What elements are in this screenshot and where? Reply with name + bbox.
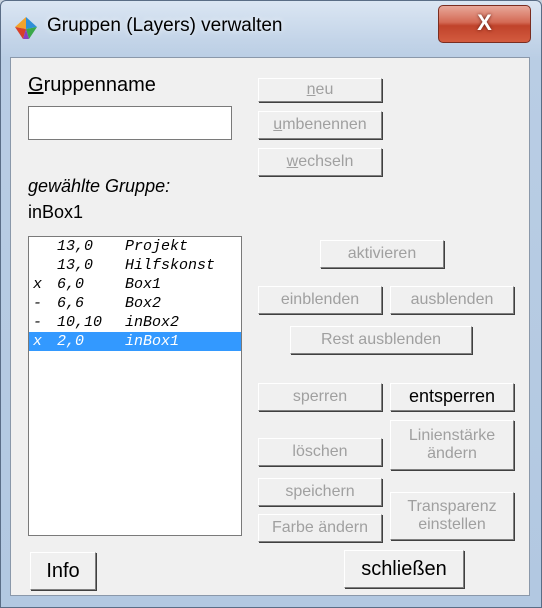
group-name: Box2 (125, 295, 162, 312)
speichern-button-label: speichern (285, 483, 355, 501)
close-icon: X (477, 10, 492, 35)
group-list-item[interactable]: -10,10 inBox2 (29, 313, 241, 332)
transparenz-button-label-2: einstellen (418, 516, 486, 533)
loeschen-button-label: löschen (292, 443, 348, 461)
window-title: Gruppen (Layers) verwalten (47, 15, 283, 36)
group-flag: - (33, 314, 43, 331)
linienstaerke-button-label-1: Linienstärke (408, 427, 496, 445)
aktivieren-button-label: aktivieren (347, 245, 417, 263)
sperren-button[interactable]: sperren (258, 383, 382, 411)
group-list-item[interactable]: x 6,0 Box1 (29, 275, 241, 294)
group-flag (33, 256, 42, 275)
umbenennen-button[interactable]: u mbenennen (258, 111, 382, 139)
schliessen-button-label: schließen (361, 558, 447, 580)
group-flag: x (33, 276, 43, 293)
group-list-item[interactable]: 13,0 Projekt (29, 237, 241, 256)
gruppenname-input[interactable] (28, 106, 232, 140)
group-numbers: 13,0 (57, 257, 94, 274)
gewaehlte-gruppe-label: gewählte Gruppe: (28, 176, 171, 196)
sperren-button-label: sperren (292, 388, 348, 406)
einblenden-button-label: einblenden (280, 291, 360, 309)
group-name: Box1 (125, 276, 162, 293)
linienstaerke-button[interactable]: Linienstärke ändern (390, 420, 514, 470)
neu-button[interactable]: n eu (258, 78, 382, 102)
umbenennen-button-label: mbenennen (282, 116, 367, 134)
group-flag: - (33, 295, 43, 312)
group-numbers: 2,0 (57, 333, 85, 350)
group-list-item[interactable]: x 2,0 inBox1 (29, 332, 241, 351)
group-numbers: 13,0 (57, 238, 94, 255)
farbe-aendern-button[interactable]: Farbe ändern (258, 514, 382, 542)
aktivieren-button[interactable]: aktivieren (320, 240, 444, 268)
einblenden-button[interactable]: einblenden (258, 286, 382, 314)
group-numbers: 6,6 (57, 295, 85, 312)
transparenz-button[interactable]: Transparenz einstellen (390, 492, 514, 540)
entsperren-button[interactable]: entsperren (390, 383, 514, 411)
gruppenname-label-text: ruppenname (43, 74, 156, 96)
speichern-button[interactable]: speichern (258, 478, 382, 506)
loeschen-button[interactable]: löschen (258, 438, 382, 466)
group-name: inBox2 (125, 314, 180, 331)
wechseln-button[interactable]: w echseln (258, 148, 382, 176)
info-button-label: Info (46, 560, 80, 582)
group-list-item[interactable]: 13,0 Hilfskonst (29, 256, 241, 275)
wechseln-button-label: echseln (298, 153, 354, 171)
group-list[interactable]: 13,0 Projekt 13,0 Hilfskonst x 6,0 Box1 -6,6 Bo… (28, 236, 242, 536)
group-name: inBox1 (125, 333, 180, 350)
group-name: Hilfskonst (125, 257, 216, 274)
transparenz-button-label-1: Transparenz (407, 498, 497, 516)
group-name: Projekt (125, 238, 189, 255)
neu-button-label: eu (315, 81, 334, 99)
title-bar[interactable]: Gruppen (Layers) verwalten X (1, 1, 541, 55)
close-button[interactable]: X (438, 5, 531, 43)
group-flag (33, 237, 42, 256)
farbe-aendern-button-label: Farbe ändern (271, 519, 369, 537)
ausblenden-button[interactable]: ausblenden (390, 286, 514, 314)
group-list-item[interactable]: -6,6 Box2 (29, 294, 241, 313)
group-numbers: 10,10 (57, 314, 103, 331)
gewaehlte-gruppe-value: inBox1 (28, 202, 84, 222)
rest-ausblenden-button-label: Rest ausblenden (320, 331, 442, 349)
group-flag: x (33, 333, 43, 350)
group-numbers: 6,0 (57, 276, 85, 293)
rest-ausblenden-button[interactable]: Rest ausblenden (290, 326, 472, 354)
app-icon (15, 17, 37, 39)
entsperren-button-label: entsperren (408, 386, 496, 407)
info-button[interactable]: Info (30, 552, 96, 590)
schliessen-button[interactable]: schließen (344, 550, 464, 588)
ausblenden-button-label: ausblenden (410, 291, 494, 309)
gruppenname-label: Gruppenname (28, 74, 156, 96)
linienstaerke-button-label-2: ändern (427, 445, 477, 462)
